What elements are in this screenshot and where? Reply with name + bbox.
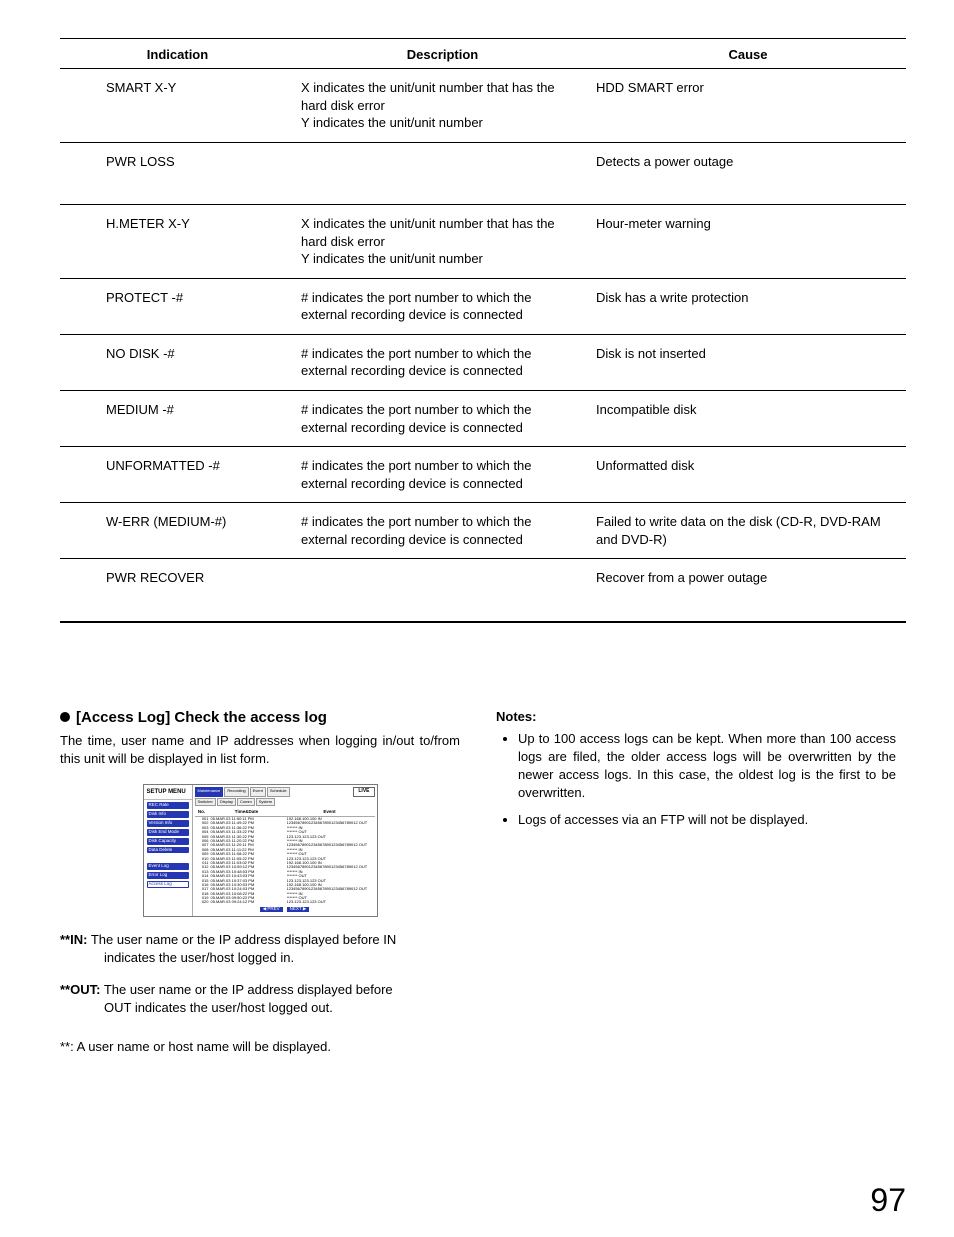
indication-cell: W-ERR (MEDIUM-#)	[60, 503, 295, 559]
mock-title: SETUP MENU	[144, 787, 192, 800]
indication-cell: PWR LOSS	[60, 142, 295, 205]
cause-cell: Disk has a write protection	[590, 278, 906, 334]
cause-cell: Incompatible disk	[590, 391, 906, 447]
cause-cell: Failed to write data on the disk (CD-R, …	[590, 503, 906, 559]
table-row: H.METER X-YX indicates the unit/unit num…	[60, 205, 906, 279]
col-indication: Indication	[60, 39, 295, 69]
description-cell: X indicates the unit/unit number that ha…	[295, 205, 590, 279]
col-description: Description	[295, 39, 590, 69]
mock-tab: Display	[217, 798, 236, 806]
cause-cell: Unformatted disk	[590, 447, 906, 503]
side-access-log: Access Log	[147, 881, 189, 888]
indication-cell: MEDIUM -#	[60, 391, 295, 447]
mock-side-item: REC Rate	[147, 802, 189, 809]
cause-cell: Detects a power outage	[590, 142, 906, 205]
mock-next: NEXT ▶	[287, 907, 310, 912]
table-row: UNFORMATTED -## indicates the port numbe…	[60, 447, 906, 503]
mock-prev: ◀ PREV	[260, 907, 283, 912]
cause-cell: Recover from a power outage	[590, 559, 906, 622]
setup-menu-screenshot: SETUP MENU REC Rate Disk Info Version Info…	[143, 784, 378, 917]
notes-list: Up to 100 access logs can be kept. When …	[496, 730, 896, 829]
mock-live: LIVE	[353, 787, 374, 797]
indication-cell: PROTECT -#	[60, 278, 295, 334]
error-table: Indication Description Cause SMART X-YX …	[60, 38, 906, 623]
description-cell	[295, 142, 590, 205]
bullet-icon	[60, 712, 70, 722]
indication-cell: H.METER X-Y	[60, 205, 295, 279]
mock-side-item: Disk Info	[147, 811, 189, 818]
mock-tab: Maintenance	[195, 787, 224, 797]
footnote: **: A user name or host name will be dis…	[60, 1038, 460, 1056]
access-log-intro: The time, user name and IP addresses whe…	[60, 732, 460, 768]
table-row: PWR RECOVER Recover from a power outage	[60, 559, 906, 622]
indication-cell: SMART X-Y	[60, 69, 295, 143]
mock-side-item: Data Delete	[147, 847, 189, 854]
cause-cell: Hour-meter warning	[590, 205, 906, 279]
indication-cell: NO DISK -#	[60, 334, 295, 390]
mock-tab: Recording	[224, 787, 248, 797]
mock-side-item: Error Log	[147, 872, 189, 879]
out-definition: **OUT: The user name or the IP address d…	[60, 981, 460, 1017]
table-row: PROTECT -## indicates the port number to…	[60, 278, 906, 334]
cause-cell: HDD SMART error	[590, 69, 906, 143]
in-definition: **IN: The user name or the IP address di…	[60, 931, 460, 967]
mock-side-item: Disk End Mode	[147, 829, 189, 836]
note-item: Up to 100 access logs can be kept. When …	[518, 730, 896, 803]
mock-tab: System	[256, 798, 275, 806]
mock-tab: Switcher	[195, 798, 216, 806]
mock-side-item: Event Log	[147, 863, 189, 870]
description-cell: X indicates the unit/unit number that ha…	[295, 69, 590, 143]
description-cell: # indicates the port number to which the…	[295, 334, 590, 390]
table-row: W-ERR (MEDIUM-#)# indicates the port num…	[60, 503, 906, 559]
mock-side-item: Disk Capacity	[147, 838, 189, 845]
mock-side-item: Version Info	[147, 820, 189, 827]
description-cell: # indicates the port number to which the…	[295, 278, 590, 334]
mock-log-row: 02005.MAR.03 09:24:12 PM123.123.123.123 …	[195, 900, 375, 904]
access-log-heading: [Access Log] Check the access log	[60, 709, 460, 726]
indication-cell: PWR RECOVER	[60, 559, 295, 622]
description-cell: # indicates the port number to which the…	[295, 503, 590, 559]
col-cause: Cause	[590, 39, 906, 69]
description-cell: # indicates the port number to which the…	[295, 447, 590, 503]
page-number: 97	[870, 1182, 906, 1219]
table-row: NO DISK -## indicates the port number to…	[60, 334, 906, 390]
table-row: SMART X-YX indicates the unit/unit numbe…	[60, 69, 906, 143]
mock-tab: Schedule	[267, 787, 290, 797]
indication-cell: UNFORMATTED -#	[60, 447, 295, 503]
cause-cell: Disk is not inserted	[590, 334, 906, 390]
description-cell: # indicates the port number to which the…	[295, 391, 590, 447]
table-row: MEDIUM -## indicates the port number to …	[60, 391, 906, 447]
mock-tab: Event	[250, 787, 266, 797]
table-row: PWR LOSS Detects a power outage	[60, 142, 906, 205]
description-cell	[295, 559, 590, 622]
mock-tab: Comm	[237, 798, 255, 806]
note-item: Logs of accesses via an FTP will not be …	[518, 811, 896, 829]
notes-heading: Notes:	[496, 709, 896, 724]
